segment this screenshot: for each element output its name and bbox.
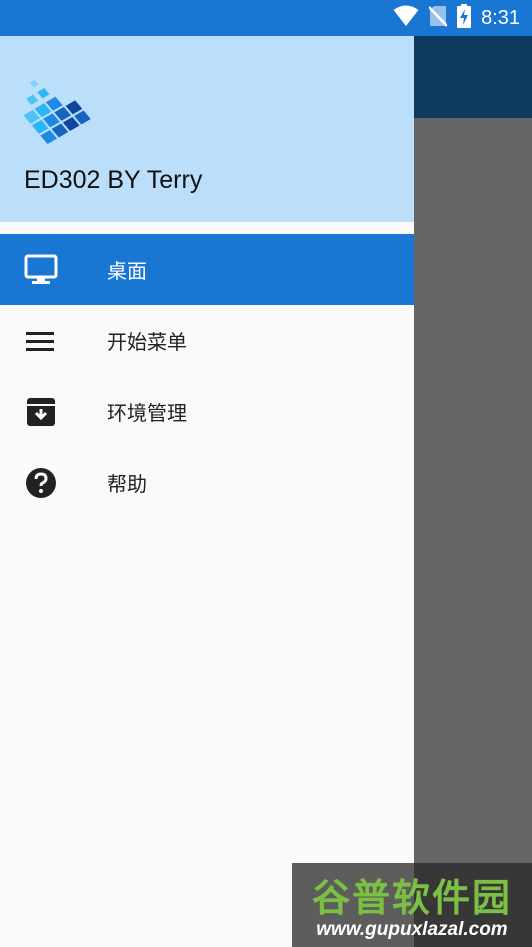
- drawer-item-help[interactable]: 帮助: [0, 447, 414, 518]
- watermark-url: www.gupuxlazal.com: [316, 919, 508, 940]
- menu-lines-icon: [24, 324, 58, 358]
- monitor-icon: [24, 253, 58, 287]
- drawer-item-start-menu[interactable]: 开始菜单: [0, 305, 414, 376]
- drawer-header: ED302 BY Terry: [0, 36, 414, 222]
- status-time: 8:31: [481, 6, 520, 29]
- battery-charging-icon: [457, 4, 472, 32]
- drawer-item-label: 帮助: [107, 472, 147, 496]
- app-logo-icon: [23, 78, 96, 150]
- drawer-menu: 桌面 开始菜单 环境管理 帮助: [0, 234, 414, 518]
- drawer-title: ED302 BY Terry: [24, 166, 203, 194]
- watermark: 谷普软件园 www.gupuxlazal.com: [292, 863, 532, 947]
- help-circle-icon: [24, 466, 58, 500]
- navigation-drawer: ED302 BY Terry 桌面 开始菜单 环境管理 帮助: [0, 36, 414, 947]
- drawer-item-label: 开始菜单: [107, 330, 187, 354]
- drawer-item-label: 桌面: [107, 259, 147, 283]
- wifi-icon: [393, 5, 419, 31]
- drawer-item-environment[interactable]: 环境管理: [0, 376, 414, 447]
- archive-box-icon: [24, 395, 58, 429]
- no-sim-icon: [428, 5, 448, 31]
- status-bar: 8:31: [0, 0, 532, 36]
- watermark-name: 谷普软件园: [311, 876, 512, 920]
- drawer-item-label: 环境管理: [107, 401, 187, 425]
- status-icons: 8:31: [393, 0, 520, 36]
- drawer-item-desktop[interactable]: 桌面: [0, 234, 414, 305]
